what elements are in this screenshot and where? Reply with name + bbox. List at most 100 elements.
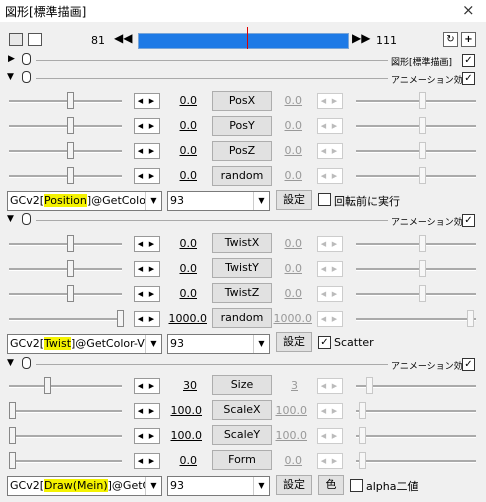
slider-track[interactable] (356, 268, 476, 271)
collapse-icon[interactable]: ▶ (8, 54, 15, 64)
stepper-arrows[interactable]: ◀ ▶ (317, 286, 343, 302)
slider-track[interactable] (356, 318, 476, 321)
frame-icon[interactable] (28, 33, 42, 46)
slider-track[interactable] (9, 293, 122, 296)
section-checkbox[interactable]: ✓ (462, 54, 475, 67)
chevron-down-icon[interactable]: ▼ (145, 477, 161, 495)
stepper-arrows[interactable]: ◀ ▶ (317, 143, 343, 159)
slider-knob[interactable] (419, 92, 426, 109)
slider-track[interactable] (356, 460, 476, 463)
slider-knob[interactable] (67, 142, 74, 159)
slider-knob[interactable] (359, 427, 366, 444)
section-checkbox[interactable]: ✓ (462, 214, 475, 227)
param-button[interactable]: random (212, 166, 272, 186)
slider-knob[interactable] (117, 310, 124, 327)
slider-track[interactable] (9, 268, 122, 271)
right-value[interactable]: 0.0 (270, 94, 303, 107)
right-value[interactable]: 0.0 (270, 454, 303, 467)
slider-knob[interactable] (467, 310, 474, 327)
stepper-arrows[interactable]: ◀ ▶ (317, 428, 343, 444)
timeline-bar[interactable] (138, 33, 349, 49)
settings-button[interactable]: 設定 (276, 475, 312, 495)
chevron-down-icon[interactable]: ▼ (253, 335, 269, 353)
slider-knob[interactable] (419, 167, 426, 184)
slider-track[interactable] (9, 410, 122, 413)
left-value[interactable]: 0.0 (165, 454, 198, 467)
param-button[interactable]: ScaleY (212, 425, 272, 445)
stepper-arrows[interactable]: ◀ ▶ (317, 453, 343, 469)
close-icon[interactable]: × (462, 1, 475, 19)
right-value[interactable]: 0.0 (270, 169, 303, 182)
slider-track[interactable] (9, 385, 122, 388)
slider-knob[interactable] (67, 235, 74, 252)
stepper-arrows[interactable]: ◀ ▶ (317, 403, 343, 419)
right-value[interactable]: 0.0 (270, 287, 303, 300)
value-select[interactable]: 93 ▼ (167, 191, 270, 211)
stepper-arrows[interactable]: ◀ ▶ (317, 118, 343, 134)
stepper-arrows[interactable]: ◀ ▶ (317, 378, 343, 394)
slider-track[interactable] (356, 243, 476, 246)
stepper-arrows[interactable]: ◀ ▶ (134, 286, 160, 302)
stepper-arrows[interactable]: ◀ ▶ (317, 93, 343, 109)
value-select[interactable]: 93 ▼ (167, 334, 270, 354)
add-icon[interactable]: + (461, 32, 476, 47)
expand-icon[interactable]: ▼ (7, 72, 14, 82)
right-value[interactable]: 0.0 (270, 262, 303, 275)
chevron-down-icon[interactable]: ▼ (253, 192, 269, 210)
chevron-down-icon[interactable]: ▼ (145, 192, 161, 210)
param-button[interactable]: ScaleX (212, 400, 272, 420)
slider-knob[interactable] (359, 452, 366, 469)
param-button[interactable]: Form (212, 450, 272, 470)
section-checkbox[interactable]: ✓ (462, 358, 475, 371)
slider-track[interactable] (9, 243, 122, 246)
param-button[interactable]: Size (212, 375, 272, 395)
stepper-arrows[interactable]: ◀ ▶ (134, 118, 160, 134)
slider-knob[interactable] (359, 402, 366, 419)
slider-knob[interactable] (419, 285, 426, 302)
stepper-arrows[interactable]: ◀ ▶ (134, 428, 160, 444)
slider-track[interactable] (356, 435, 476, 438)
slider-track[interactable] (9, 435, 122, 438)
right-value[interactable]: 0.0 (270, 144, 303, 157)
stepper-arrows[interactable]: ◀ ▶ (317, 261, 343, 277)
param-button[interactable]: PosZ (212, 141, 272, 161)
scatter-checkbox[interactable]: ✓ (318, 336, 331, 349)
right-value[interactable]: 100.0 (270, 404, 308, 417)
pre-rotate-checkbox[interactable] (318, 193, 331, 206)
slider-knob[interactable] (9, 402, 16, 419)
slider-knob[interactable] (419, 117, 426, 134)
stepper-arrows[interactable]: ◀ ▶ (134, 143, 160, 159)
alpha-checkbox[interactable] (350, 479, 363, 492)
right-value[interactable]: 3 (270, 379, 298, 392)
param-button[interactable]: TwistX (212, 233, 272, 253)
slider-knob[interactable] (419, 235, 426, 252)
left-value[interactable]: 0.0 (165, 262, 198, 275)
param-button[interactable]: random (212, 308, 272, 328)
slider-track[interactable] (9, 150, 122, 153)
param-button[interactable]: TwistZ (212, 283, 272, 303)
stepper-arrows[interactable]: ◀ ▶ (134, 311, 160, 327)
param-button[interactable]: PosY (212, 116, 272, 136)
stepper-arrows[interactable]: ◀ ▶ (134, 453, 160, 469)
slider-track[interactable] (9, 318, 122, 321)
slider-knob[interactable] (44, 377, 51, 394)
left-value[interactable]: 0.0 (165, 169, 198, 182)
stepper-arrows[interactable]: ◀ ▶ (317, 311, 343, 327)
script-select[interactable]: GCv2[Position]@GetColor ▼ (7, 191, 162, 211)
stepper-arrows[interactable]: ◀ ▶ (134, 236, 160, 252)
settings-button[interactable]: 設定 (276, 190, 312, 210)
slider-knob[interactable] (67, 92, 74, 109)
settings-button[interactable]: 設定 (276, 332, 312, 352)
slider-knob[interactable] (67, 167, 74, 184)
param-button[interactable]: TwistY (212, 258, 272, 278)
next-icon[interactable]: ▶▶ (352, 31, 370, 45)
left-value[interactable]: 0.0 (165, 144, 198, 157)
stepper-arrows[interactable]: ◀ ▶ (134, 378, 160, 394)
slider-track[interactable] (356, 150, 476, 153)
script-select[interactable]: GCv2[Twist]@GetColor-V2 ▼ (7, 334, 162, 354)
section-checkbox[interactable]: ✓ (462, 72, 475, 85)
right-value[interactable]: 1000.0 (270, 312, 313, 325)
slider-track[interactable] (356, 125, 476, 128)
stepper-arrows[interactable]: ◀ ▶ (134, 93, 160, 109)
slider-track[interactable] (356, 410, 476, 413)
